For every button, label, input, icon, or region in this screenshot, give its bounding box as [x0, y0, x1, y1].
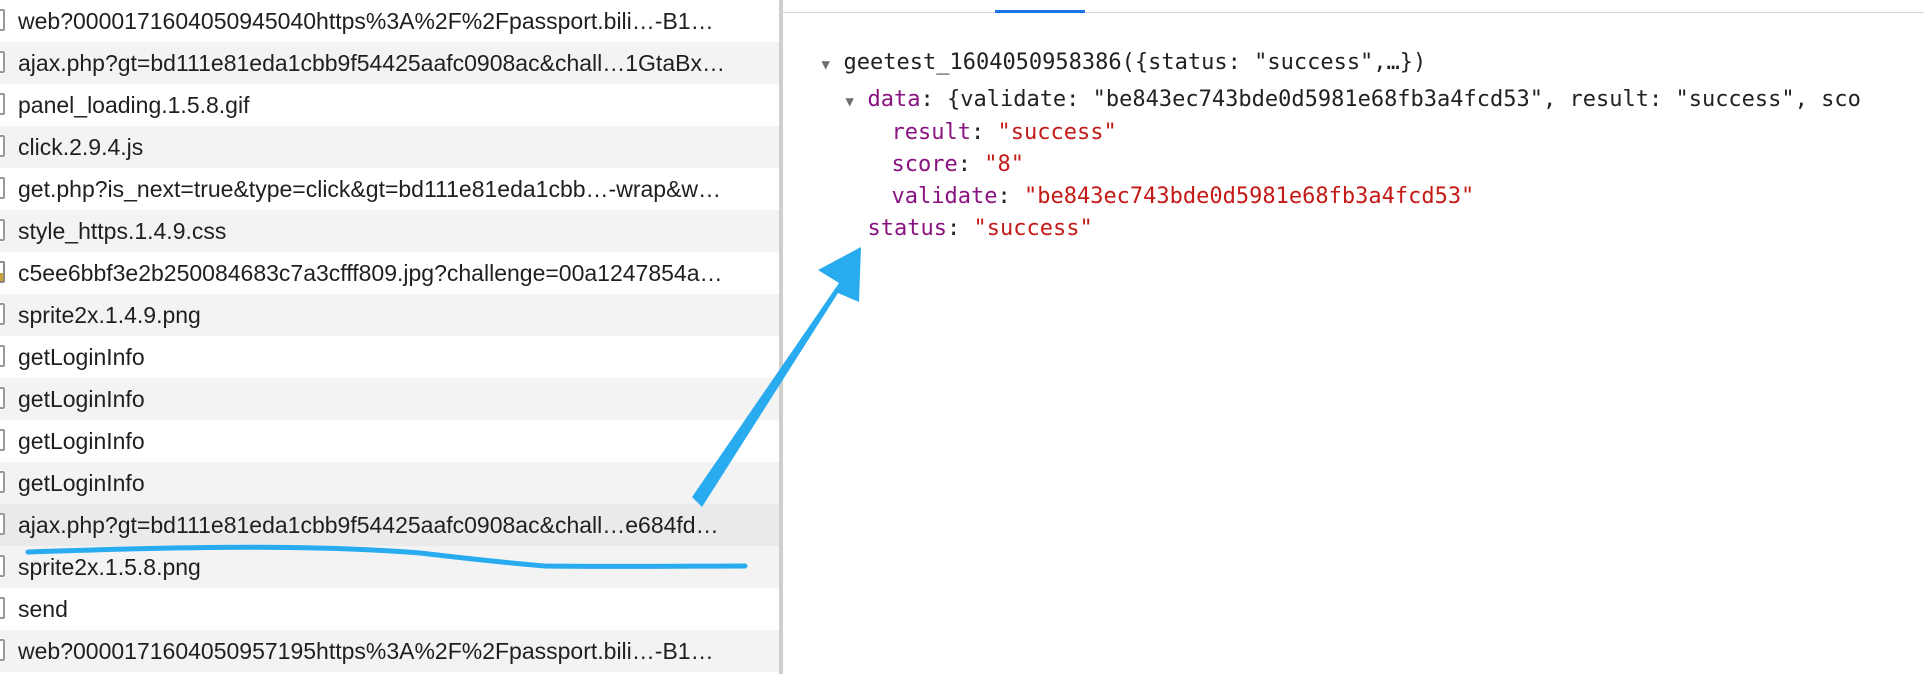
request-name: getLoginInfo: [18, 470, 145, 496]
request-row[interactable]: style_https.1.4.9.css: [0, 210, 780, 252]
request-name: getLoginInfo: [18, 428, 145, 454]
json-value: "success": [973, 216, 1093, 241]
request-row[interactable]: sprite2x.1.5.8.png: [0, 546, 780, 588]
tab-bar-border: [783, 12, 1924, 13]
request-row[interactable]: getLoginInfo: [0, 378, 780, 420]
request-row[interactable]: get.php?is_next=true&type=click&gt=bd111…: [0, 168, 780, 210]
active-tab-indicator: [995, 10, 1085, 13]
json-key: status: [867, 216, 947, 241]
request-name: c5ee6bbf3e2b250084683c7a3cfff809.jpg?cha…: [18, 260, 723, 286]
file-icon: [0, 429, 5, 451]
request-name: getLoginInfo: [18, 386, 145, 412]
request-name: ajax.php?gt=bd111e81eda1cbb9f54425aafc09…: [18, 512, 719, 538]
request-row[interactable]: web?000017160405094504​0https%3A%2F%2Fpa…: [0, 0, 780, 42]
file-icon: [0, 555, 5, 577]
request-row[interactable]: getLoginInfo: [0, 336, 780, 378]
request-row[interactable]: ajax.php?gt=bd111e81eda1cbb9f54425aafc09…: [0, 504, 780, 546]
network-request-list: web?000017160405094504​0https%3A%2F%2Fpa…: [0, 0, 780, 674]
request-row[interactable]: ajax.php?gt=bd111e81eda1cbb9f54425aafc09…: [0, 42, 780, 84]
request-name: send: [18, 596, 68, 622]
request-row[interactable]: click.2.9.4.js: [0, 126, 780, 168]
request-row[interactable]: c5ee6bbf3e2b250084683c7a3cfff809.jpg?cha…: [0, 252, 780, 294]
file-icon: [0, 135, 5, 157]
file-icon: [0, 93, 5, 115]
request-name: web?000017160405095719​5https%3A%2F%2Fpa…: [18, 638, 714, 664]
file-icon: [0, 387, 5, 409]
file-icon: [0, 51, 5, 73]
request-name: panel_loading.1.5.8.gif: [18, 92, 250, 118]
file-icon: [0, 177, 5, 199]
file-icon: [0, 513, 5, 535]
request-name: get.php?is_next=true&type=click&gt=bd111…: [18, 176, 722, 202]
request-row[interactable]: sprite2x.1.4.9.png: [0, 294, 780, 336]
request-row[interactable]: send: [0, 588, 780, 630]
request-row[interactable]: getLoginInfo: [0, 462, 780, 504]
file-icon: [0, 597, 5, 619]
request-name: sprite2x.1.5.8.png: [18, 554, 201, 580]
file-icon: [0, 639, 5, 661]
request-name: web?000017160405094504​0https%3A%2F%2Fpa…: [18, 8, 714, 34]
request-name: getLoginInfo: [18, 344, 145, 370]
file-icon: [0, 345, 5, 367]
request-row[interactable]: panel_loading.1.5.8.gif: [0, 84, 780, 126]
json-field-status: status: "success": [867, 216, 1093, 241]
request-name: style_https.1.4.9.css: [18, 218, 227, 244]
request-name: sprite2x.1.4.9.png: [18, 302, 201, 328]
request-row[interactable]: getLoginInfo: [0, 420, 780, 462]
file-icon: [0, 303, 5, 325]
file-icon: [0, 471, 5, 493]
image-icon: [0, 261, 5, 283]
file-icon: [0, 9, 5, 31]
request-name: click.2.9.4.js: [18, 134, 144, 160]
request-row[interactable]: web?000017160405095719​5https%3A%2F%2Fpa…: [0, 630, 780, 672]
request-name: ajax.php?gt=bd111e81eda1cbb9f54425aafc09…: [18, 50, 725, 76]
file-icon: [0, 219, 5, 241]
